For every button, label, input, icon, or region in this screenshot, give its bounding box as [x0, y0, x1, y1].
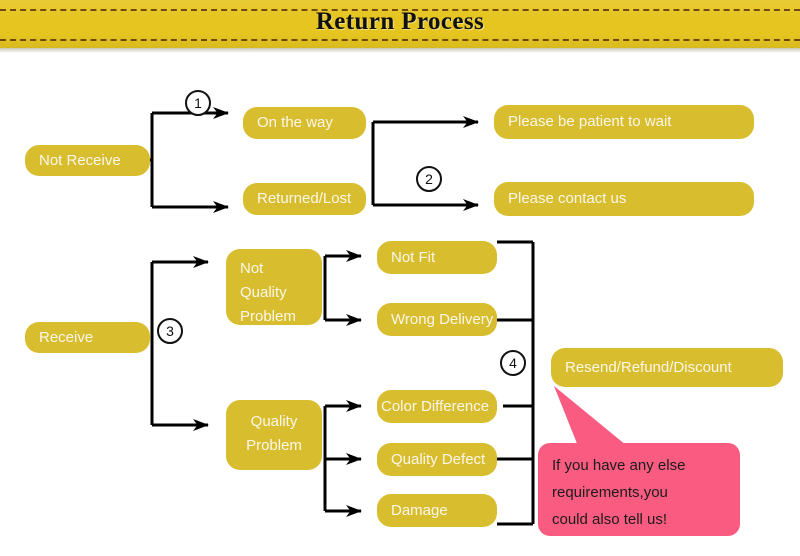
callout-line: could also tell us!	[552, 511, 668, 528]
node-label: Returned/Lost	[257, 190, 352, 207]
callout-line: If you have any else	[552, 457, 686, 474]
node-label: Wrong Delivery	[391, 310, 494, 328]
node-quality-problem[interactable]: Quality Problem	[226, 400, 322, 470]
node-receive[interactable]: Receive	[25, 322, 150, 353]
node-label: Resend/Refund/Discount	[565, 358, 732, 376]
node-label: Please contact us	[508, 190, 627, 207]
node-returned-lost[interactable]: Returned/Lost	[243, 183, 366, 215]
banner-dash-bottom	[0, 39, 800, 41]
step-marker-4: 4	[500, 350, 526, 376]
node-label: Not Fit	[391, 248, 436, 266]
node-label-line: Problem	[240, 308, 296, 325]
banner-shadow	[0, 48, 800, 53]
node-label-line: Not	[240, 260, 264, 277]
node-not-quality-problem[interactable]: Not Quality Problem	[226, 249, 322, 325]
node-quality-defect[interactable]: Quality Defect	[377, 443, 497, 476]
node-label-line: Quality	[250, 413, 298, 430]
header-banner: Return Process	[0, 0, 800, 48]
page-title: Return Process	[315, 8, 485, 35]
step-marker-1: 1	[185, 90, 211, 116]
step-marker-3: 3	[157, 318, 183, 344]
node-color-difference[interactable]: Color Difference	[377, 390, 497, 423]
step-marker-2: 2	[416, 166, 442, 192]
node-wrong-delivery[interactable]: Wrong Delivery	[377, 303, 497, 336]
node-label: Receive	[39, 328, 94, 346]
node-not-receive[interactable]: Not Receive	[25, 145, 150, 176]
node-not-fit[interactable]: Not Fit	[377, 241, 497, 274]
node-label: Quality Defect	[391, 450, 486, 468]
callout-note: If you have any else requirements,you co…	[538, 443, 740, 536]
node-label-line: Quality	[240, 284, 287, 301]
node-label: On the way	[257, 114, 333, 131]
node-label-line: Problem	[246, 437, 302, 454]
node-please-contact-us[interactable]: Please contact us	[494, 182, 754, 216]
node-label: Please be patient to wait	[508, 113, 672, 130]
node-label: Color Difference	[381, 397, 490, 415]
node-label: Damage	[391, 501, 448, 519]
callout-line: requirements,you	[552, 484, 668, 501]
node-please-be-patient[interactable]: Please be patient to wait	[494, 105, 754, 139]
node-on-the-way[interactable]: On the way	[243, 107, 366, 139]
return-process-diagram: Return Process Not Receive On the way Re…	[0, 0, 800, 556]
node-label: Not Receive	[39, 151, 121, 169]
node-damage[interactable]: Damage	[377, 494, 497, 527]
